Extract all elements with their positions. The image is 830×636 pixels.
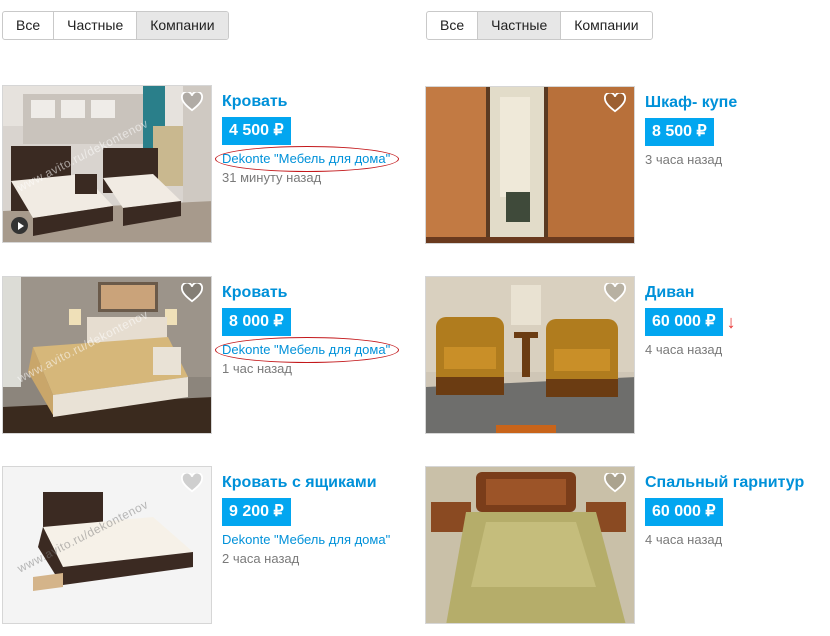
listing-date: 1 час назад bbox=[222, 361, 292, 376]
listing-date: 4 часа назад bbox=[645, 532, 723, 547]
listing-card[interactable]: Спальный гарнитур 60 000 ₽ 4 часа назад bbox=[425, 466, 825, 636]
filter-all[interactable]: Все bbox=[3, 12, 55, 39]
listing-photo[interactable]: www.avito.ru/dekontenov bbox=[2, 85, 212, 243]
filter-companies[interactable]: Компании bbox=[137, 12, 228, 39]
heart-icon[interactable] bbox=[604, 283, 626, 303]
seller-name: Dekonte "Мебель для дома" bbox=[222, 151, 391, 166]
listing-card[interactable]: www.avito.ru/dekontenov Кровать 8 000 ₽ … bbox=[2, 276, 402, 446]
listing-title[interactable]: Спальный гарнитур bbox=[645, 474, 830, 492]
listing-card[interactable]: www.avito.ru/dekontenov Кровать с ящикам… bbox=[2, 466, 402, 636]
seller-link[interactable]: Dekonte "Мебель для дома" bbox=[215, 146, 399, 172]
listing-info: Кровать 8 000 ₽ Dekonte "Мебель для дома… bbox=[215, 276, 412, 376]
listing-card[interactable]: www.avito.ru/dekontenov Кровать 4 500 ₽ … bbox=[2, 85, 402, 255]
seller-filter-left: Все Частные Компании bbox=[2, 11, 229, 40]
listing-photo[interactable]: www.avito.ru/dekontenov bbox=[2, 466, 212, 624]
price-badge: 4 500 ₽ bbox=[222, 117, 291, 145]
filter-private[interactable]: Частные bbox=[54, 12, 138, 39]
listing-info: Диван 60 000 ₽ ↓ 4 часа назад bbox=[645, 276, 830, 357]
filter-companies[interactable]: Компании bbox=[561, 12, 651, 39]
listing-card[interactable]: Шкаф- купе 8 500 ₽ 3 часа назад bbox=[425, 86, 825, 256]
listing-card[interactable]: Диван 60 000 ₽ ↓ 4 часа назад bbox=[425, 276, 825, 446]
listing-date: 31 минуту назад bbox=[222, 170, 322, 185]
listing-info: Кровать 4 500 ₽ Dekonte "Мебель для дома… bbox=[215, 85, 412, 185]
listing-title[interactable]: Шкаф- купе bbox=[645, 94, 830, 112]
heart-icon[interactable] bbox=[181, 283, 203, 303]
filter-all[interactable]: Все bbox=[427, 12, 479, 39]
listing-date: 2 часа назад bbox=[222, 551, 300, 566]
play-video-icon[interactable] bbox=[11, 217, 28, 234]
price-badge: 9 200 ₽ bbox=[222, 498, 291, 526]
heart-icon[interactable] bbox=[604, 473, 626, 493]
listing-info: Кровать с ящиками 9 200 ₽ Dekonte "Мебел… bbox=[222, 466, 412, 566]
heart-icon[interactable] bbox=[604, 93, 626, 113]
listing-photo[interactable] bbox=[425, 276, 635, 434]
price-badge: 60 000 ₽ bbox=[645, 498, 723, 526]
listing-title[interactable]: Кровать bbox=[222, 93, 412, 111]
price-badge: 8 500 ₽ bbox=[645, 118, 714, 146]
seller-name: Dekonte "Мебель для дома" bbox=[222, 342, 391, 357]
listing-info: Спальный гарнитур 60 000 ₽ 4 часа назад bbox=[645, 466, 830, 547]
price-badge: 60 000 ₽ bbox=[645, 308, 723, 336]
listing-date: 3 часа назад bbox=[645, 152, 723, 167]
listing-photo[interactable] bbox=[425, 466, 635, 624]
listing-title[interactable]: Кровать bbox=[222, 284, 412, 302]
listing-photo[interactable] bbox=[425, 86, 635, 244]
price-badge: 8 000 ₽ bbox=[222, 308, 291, 336]
price-drop-arrow-icon: ↓ bbox=[726, 312, 736, 332]
listing-title[interactable]: Кровать с ящиками bbox=[222, 474, 412, 492]
listing-info: Шкаф- купе 8 500 ₽ 3 часа назад bbox=[645, 86, 830, 167]
heart-icon[interactable] bbox=[181, 473, 203, 493]
seller-name: Dekonte "Мебель для дома" bbox=[222, 532, 391, 547]
filter-private[interactable]: Частные bbox=[478, 12, 562, 39]
listing-date: 4 часа назад bbox=[645, 342, 723, 357]
listing-title[interactable]: Диван bbox=[645, 284, 830, 302]
heart-icon[interactable] bbox=[181, 92, 203, 112]
listing-photo[interactable]: www.avito.ru/dekontenov bbox=[2, 276, 212, 434]
seller-link[interactable]: Dekonte "Мебель для дома" bbox=[215, 337, 399, 363]
seller-filter-right: Все Частные Компании bbox=[426, 11, 653, 40]
seller-link[interactable]: Dekonte "Мебель для дома" bbox=[222, 532, 390, 547]
